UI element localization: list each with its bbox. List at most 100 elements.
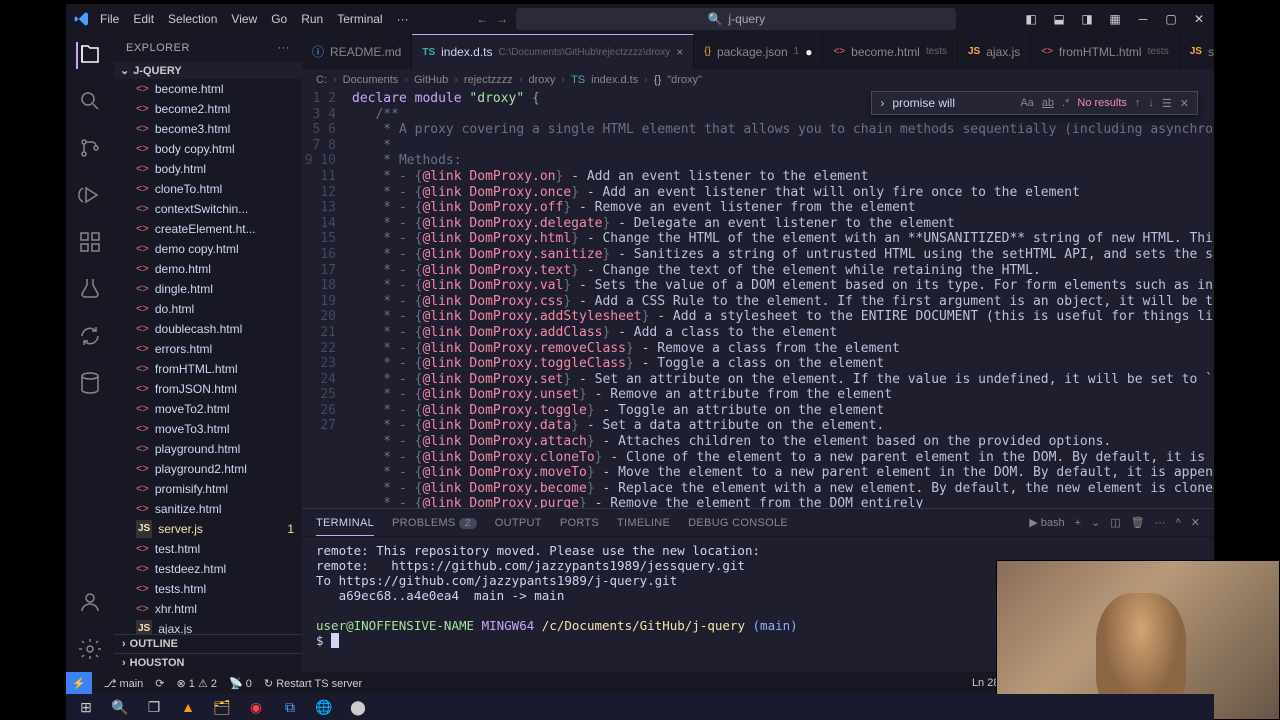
ports-status[interactable]: 📡 0 — [229, 677, 252, 690]
menu-file[interactable]: File — [100, 12, 119, 26]
app-vscode[interactable]: ⧉ — [276, 696, 304, 718]
taskbar-search-icon[interactable]: 🔍 — [106, 696, 134, 718]
kill-terminal-icon[interactable]: 🗑 — [1131, 516, 1145, 529]
refresh-icon[interactable] — [78, 324, 102, 351]
breadcrumb[interactable]: C:› Documents› GitHub› rejectzzzz› droxy… — [302, 69, 1214, 91]
extensions-icon[interactable] — [78, 230, 102, 257]
file-item[interactable]: <>do.html — [114, 299, 302, 319]
file-item[interactable]: <>become.html — [114, 79, 302, 99]
find-close-icon[interactable]: ✕ — [1180, 97, 1189, 110]
remote-indicator[interactable]: ⚡ — [66, 672, 92, 694]
maximize-icon[interactable]: ▢ — [1164, 12, 1178, 26]
task-view-icon[interactable]: ❐ — [140, 696, 168, 718]
file-item[interactable]: <>fromJSON.html — [114, 379, 302, 399]
split-terminal-icon[interactable]: ◫ — [1110, 516, 1120, 529]
file-item[interactable]: <>promisify.html — [114, 479, 302, 499]
layout-bottom-icon[interactable]: ⬓ — [1052, 12, 1066, 26]
file-item[interactable]: <>contextSwitchin... — [114, 199, 302, 219]
tab-terminal[interactable]: TERMINAL — [316, 517, 374, 536]
tab-timeline[interactable]: TIMELINE — [617, 517, 670, 529]
nav-back-icon[interactable]: ← — [476, 12, 488, 26]
testing-icon[interactable] — [78, 277, 102, 304]
panel-more-icon[interactable]: ··· — [1155, 517, 1166, 529]
find-input[interactable] — [892, 96, 1012, 110]
layout-grid-icon[interactable]: ▦ — [1108, 12, 1122, 26]
file-item[interactable]: <>body copy.html — [114, 139, 302, 159]
layout-right-icon[interactable]: ◨ — [1080, 12, 1094, 26]
file-item[interactable]: <>doublecash.html — [114, 319, 302, 339]
file-item[interactable]: <>xhr.html — [114, 599, 302, 619]
menu-edit[interactable]: Edit — [133, 12, 154, 26]
file-item[interactable]: <>demo copy.html — [114, 239, 302, 259]
file-item[interactable]: JSajax.js — [114, 619, 302, 634]
file-item[interactable]: <>test.html — [114, 539, 302, 559]
database-icon[interactable] — [78, 371, 102, 398]
file-item[interactable]: <>errors.html — [114, 339, 302, 359]
tab-ports[interactable]: PORTS — [560, 517, 599, 529]
file-item[interactable]: JSserver.js1 — [114, 519, 302, 539]
regex-icon[interactable]: .* — [1062, 97, 1069, 109]
editor-tab[interactable]: ⓘ README.md — [302, 34, 412, 69]
settings-icon[interactable] — [78, 637, 102, 664]
git-branch[interactable]: ⎇ main — [104, 677, 144, 690]
editor-tab[interactable]: <> fromHTML.html tests — [1031, 34, 1179, 69]
file-item[interactable]: <>playground2.html — [114, 459, 302, 479]
file-item[interactable]: <>fromHTML.html — [114, 359, 302, 379]
menu-more[interactable]: ··· — [397, 12, 409, 26]
restart-ts[interactable]: ↻ Restart TS server — [264, 677, 362, 690]
file-item[interactable]: <>moveTo3.html — [114, 419, 302, 439]
match-word-icon[interactable]: ab — [1042, 97, 1054, 109]
layout-left-icon[interactable]: ◧ — [1024, 12, 1038, 26]
file-item[interactable]: <>become3.html — [114, 119, 302, 139]
editor-tab[interactable]: JS sen — [1180, 34, 1214, 69]
find-next-icon[interactable]: ↓ — [1148, 97, 1154, 109]
menu-go[interactable]: Go — [271, 12, 287, 26]
terminal-profile[interactable]: ▶ bash — [1029, 516, 1064, 529]
file-item[interactable]: <>playground.html — [114, 439, 302, 459]
search-panel-icon[interactable] — [78, 89, 102, 116]
app-chrome[interactable]: 🌐 — [310, 696, 338, 718]
match-case-icon[interactable]: Aa — [1020, 97, 1033, 109]
sidebar-more-icon[interactable]: ··· — [278, 42, 291, 54]
file-item[interactable]: <>cloneTo.html — [114, 179, 302, 199]
tab-debug-console[interactable]: DEBUG CONSOLE — [688, 517, 788, 529]
editor-tab[interactable]: TS index.d.ts C:\Documents\GitHub\reject… — [412, 34, 694, 69]
folder-header[interactable]: ⌄ J-QUERY — [114, 62, 302, 79]
houston-section[interactable]: ›HOUSTON — [114, 653, 302, 672]
menu-selection[interactable]: Selection — [168, 12, 217, 26]
problems-status[interactable]: ⊗ 1 ⚠ 2 — [177, 677, 218, 690]
find-expand-icon[interactable]: › — [880, 96, 884, 110]
file-item[interactable]: <>moveTo2.html — [114, 399, 302, 419]
account-icon[interactable] — [78, 590, 102, 617]
code-content[interactable]: declare module "droxy" { /** * A proxy c… — [352, 91, 1214, 508]
command-center[interactable]: 🔍 j-query — [516, 8, 956, 30]
nav-forward-icon[interactable]: → — [496, 12, 508, 26]
app-brave[interactable]: ◉ — [242, 696, 270, 718]
file-item[interactable]: <>body.html — [114, 159, 302, 179]
maximize-panel-icon[interactable]: ^ — [1176, 517, 1181, 529]
editor-tab[interactable]: JS ajax.js — [958, 34, 1031, 69]
git-sync[interactable]: ⟳ — [155, 677, 164, 690]
menu-run[interactable]: Run — [301, 12, 323, 26]
file-item[interactable]: <>createElement.ht... — [114, 219, 302, 239]
close-panel-icon[interactable]: ✕ — [1191, 516, 1200, 529]
menu-view[interactable]: View — [231, 12, 257, 26]
tab-problems[interactable]: PROBLEMS 2 — [392, 517, 477, 529]
find-prev-icon[interactable]: ↑ — [1135, 97, 1141, 109]
tab-output[interactable]: OUTPUT — [495, 517, 542, 529]
debug-icon[interactable] — [78, 183, 102, 210]
terminal-dropdown-icon[interactable]: ⌄ — [1091, 516, 1100, 529]
file-item[interactable]: <>demo.html — [114, 259, 302, 279]
find-selection-icon[interactable]: ☰ — [1162, 97, 1172, 110]
app-vlc[interactable]: ▲ — [174, 696, 202, 718]
menu-terminal[interactable]: Terminal — [337, 12, 382, 26]
file-item[interactable]: <>tests.html — [114, 579, 302, 599]
outline-section[interactable]: ›OUTLINE — [114, 634, 302, 653]
minimize-icon[interactable]: ─ — [1136, 12, 1150, 26]
file-item[interactable]: <>testdeez.html — [114, 559, 302, 579]
new-terminal-icon[interactable]: + — [1075, 517, 1081, 529]
app-obs[interactable]: ⬤ — [344, 696, 372, 718]
close-icon[interactable]: ✕ — [1192, 12, 1206, 26]
source-control-icon[interactable] — [78, 136, 102, 163]
file-item[interactable]: <>dingle.html — [114, 279, 302, 299]
